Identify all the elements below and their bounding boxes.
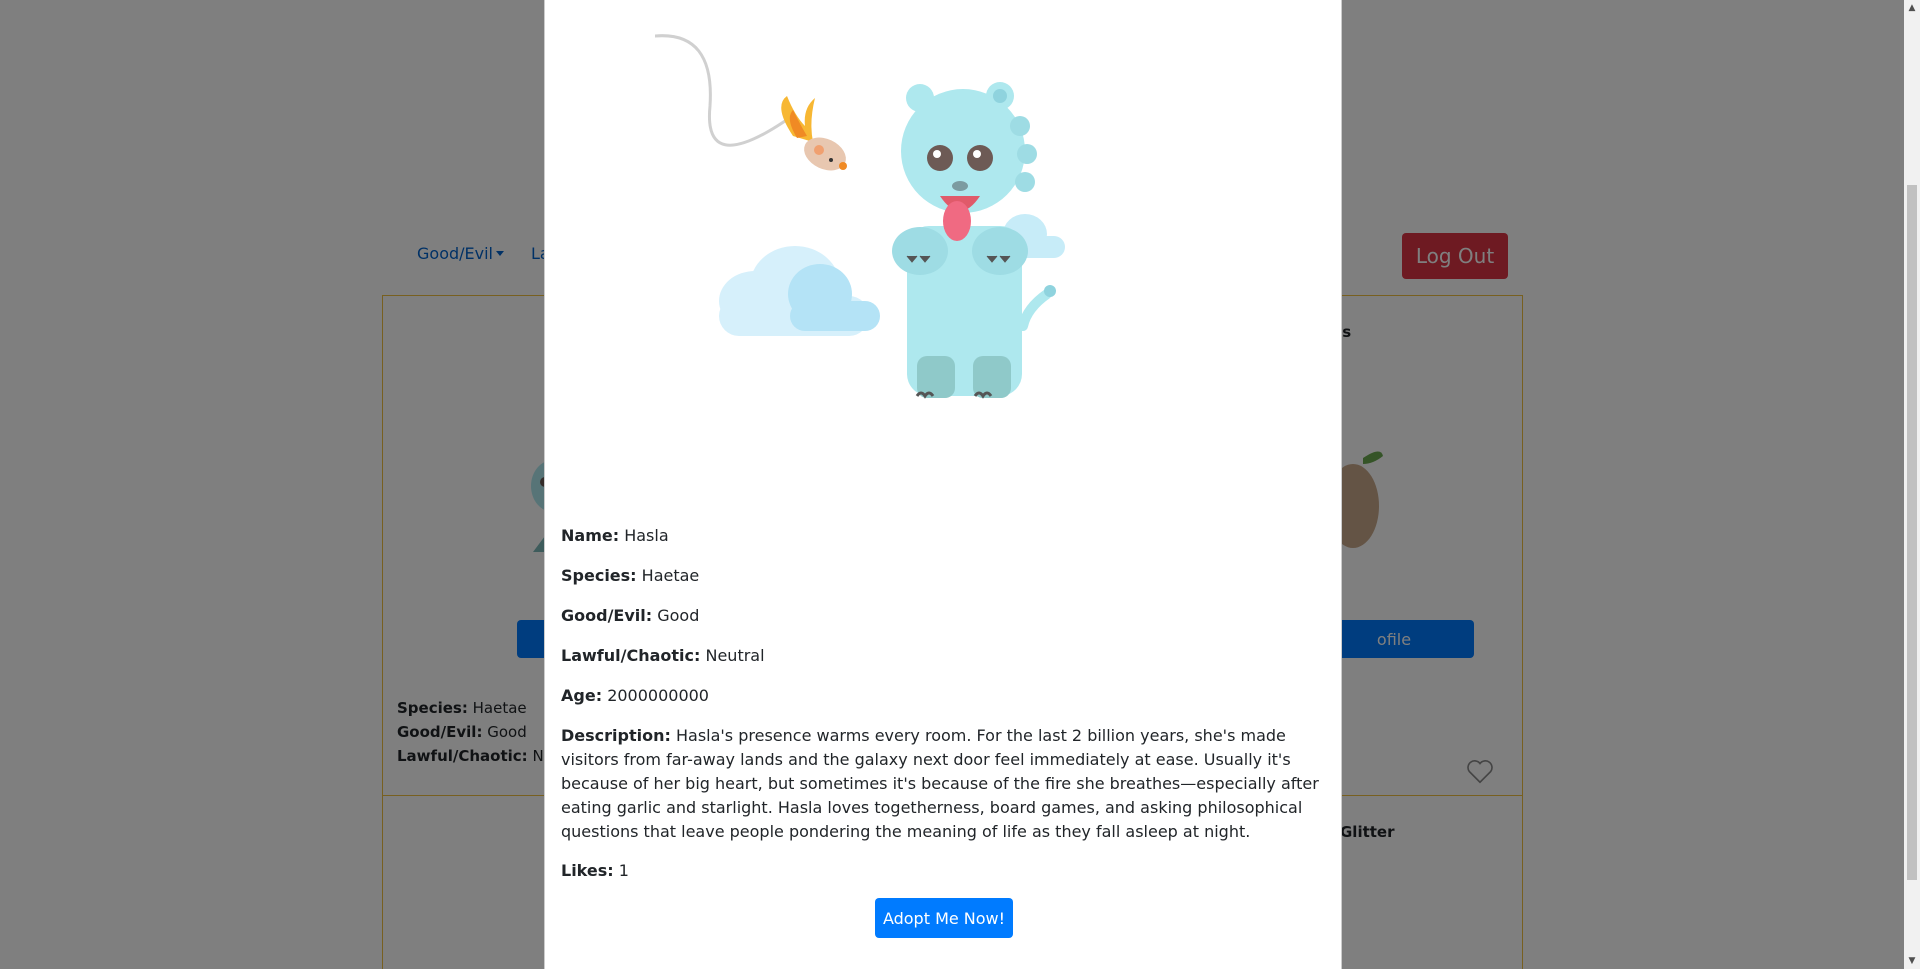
detail-lawful-chaotic: Lawful/Chaotic: Neutral: [561, 644, 1331, 668]
page-scrollbar[interactable]: ▲ ▼: [1904, 0, 1920, 969]
description-label: Description:: [561, 726, 671, 745]
detail-good-evil: Good/Evil: Good: [561, 604, 1331, 628]
likes-label: Likes:: [561, 861, 614, 880]
scroll-thumb[interactable]: [1907, 185, 1917, 880]
description-value: Hasla's presence warms every room. For t…: [561, 726, 1319, 841]
cloud-icon: [719, 246, 880, 336]
good-evil-value: Good: [657, 606, 700, 625]
name-label: Name:: [561, 526, 620, 545]
detail-description: Description: Hasla's presence warms ever…: [561, 724, 1331, 844]
age-label: Age:: [561, 686, 603, 705]
detail-age: Age: 2000000000: [561, 684, 1331, 708]
detail-likes: Likes: 1: [561, 859, 1331, 883]
lawful-chaotic-value: Neutral: [705, 646, 765, 665]
scroll-down-arrow-icon[interactable]: ▼: [1904, 953, 1920, 969]
likes-value: 1: [618, 861, 629, 880]
adopt-me-button[interactable]: Adopt Me Now!: [875, 898, 1013, 938]
toy-string: [655, 34, 787, 147]
scroll-up-arrow-icon[interactable]: ▲: [1904, 0, 1920, 16]
name-value: Hasla: [624, 526, 669, 545]
lawful-chaotic-label: Lawful/Chaotic:: [561, 646, 701, 665]
detail-name: Name: Hasla: [561, 524, 1331, 548]
monster-illustration: [655, 34, 1065, 399]
species-value: Haetae: [641, 566, 700, 585]
age-value: 2000000000: [607, 686, 709, 705]
good-evil-label: Good/Evil:: [561, 606, 653, 625]
monster-profile-modal: Name: Hasla Species: Haetae Good/Evil: G…: [544, 0, 1342, 969]
species-label: Species:: [561, 566, 637, 585]
detail-species: Species: Haetae: [561, 564, 1331, 588]
